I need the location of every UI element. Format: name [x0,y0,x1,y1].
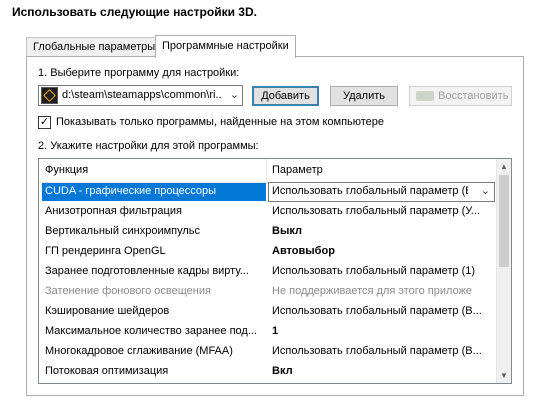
page-heading: Использовать следующие настройки 3D. [12,5,257,19]
nvidia-icon [416,91,434,101]
value-cell: Использовать глобальный параметр (У... [272,205,480,217]
add-button[interactable]: Добавить [252,86,319,106]
value-cell: Использовать глобальный параметр (В... [272,345,482,357]
feature-cell: CUDA - графические процессоры [42,183,266,201]
table-row[interactable]: Анизотропная фильтрация Использовать гло… [39,202,497,222]
table-row[interactable]: Максимальное количество заранее под... 1 [39,322,497,342]
scrollbar-thumb[interactable] [499,175,509,267]
tab-program-settings[interactable]: Программные настройки [155,35,296,58]
step2-label: 2. Укажите настройки для этой программы: [38,140,259,152]
grid-rows: CUDA - графические процессоры Использова… [39,182,497,382]
program-select[interactable]: d:\steam\steamapps\common\ri... ⌄ [38,85,243,106]
settings-grid: Функция Параметр CUDA - графические проц… [38,158,512,384]
feature-cell: Максимальное количество заранее под... [45,325,258,337]
column-value-header[interactable]: Параметр [272,164,323,176]
value-cell: Автовыбор [272,245,335,257]
feature-cell: Затенение фонового освещения [45,285,211,297]
column-divider[interactable] [266,159,267,181]
table-row[interactable]: CUDA - графические процессоры Использова… [39,182,497,202]
value-dropdown-text: Использовать глобальный параметр (Вс [272,185,468,197]
chevron-down-icon: ⌄ [480,185,490,197]
table-row[interactable]: Многокадровое сглаживание (MFAA) Использ… [39,342,497,362]
grid-header: Функция Параметр [39,159,499,183]
value-cell: Использовать глобальный параметр (1) [272,265,476,277]
value-cell: Использовать глобальный параметр (В... [272,305,482,317]
feature-cell: Кэширование шейдеров [45,305,170,317]
show-only-found-label: Показывать только программы, найденные н… [56,116,385,128]
program-select-value: d:\steam\steamapps\common\ri... [62,89,222,101]
feature-cell: ГП рендеринга OpenGL [45,245,166,257]
value-cell: Выкл [272,225,302,237]
feature-cell: Потоковая оптимизация [45,365,169,377]
tab-global-settings[interactable]: Глобальные параметры [26,37,156,57]
grid-scrollbar[interactable]: ▲ ▼ [496,159,511,383]
game-icon [41,87,58,104]
remove-button[interactable]: Удалить [330,86,398,106]
column-feature-header[interactable]: Функция [45,164,88,176]
feature-cell: Заранее подготовленные кадры вирту... [45,265,249,277]
restore-button-label: Восстановить [438,90,509,102]
chevron-down-icon: ⌄ [229,89,239,101]
feature-cell: Анизотропная фильтрация [45,205,182,217]
restore-button[interactable]: Восстановить [409,86,512,106]
table-row[interactable]: Кэширование шейдеров Использовать глобал… [39,302,497,322]
scroll-down-icon[interactable]: ▼ [500,371,508,380]
value-cell: Не поддерживается для этого приложе [272,285,472,297]
feature-cell: Многокадровое сглаживание (MFAA) [45,345,233,357]
value-dropdown[interactable]: Использовать глобальный параметр (Вс ⌄ [268,182,495,202]
table-row[interactable]: Затенение фонового освещения Не поддержи… [39,282,497,302]
feature-cell: Вертикальный синхроимпульс [45,225,201,237]
show-only-found-checkbox[interactable]: ✓ [38,116,51,129]
step1-label: 1. Выберите программу для настройки: [38,67,240,79]
value-cell: Вкл [272,365,293,377]
table-row[interactable]: Вертикальный синхроимпульс Выкл [39,222,497,242]
table-row[interactable]: ГП рендеринга OpenGL Автовыбор [39,242,497,262]
value-cell: 1 [272,325,279,337]
table-row[interactable]: Потоковая оптимизация Вкл [39,362,497,382]
table-row[interactable]: Заранее подготовленные кадры вирту... Ис… [39,262,497,282]
scroll-up-icon[interactable]: ▲ [500,162,508,171]
